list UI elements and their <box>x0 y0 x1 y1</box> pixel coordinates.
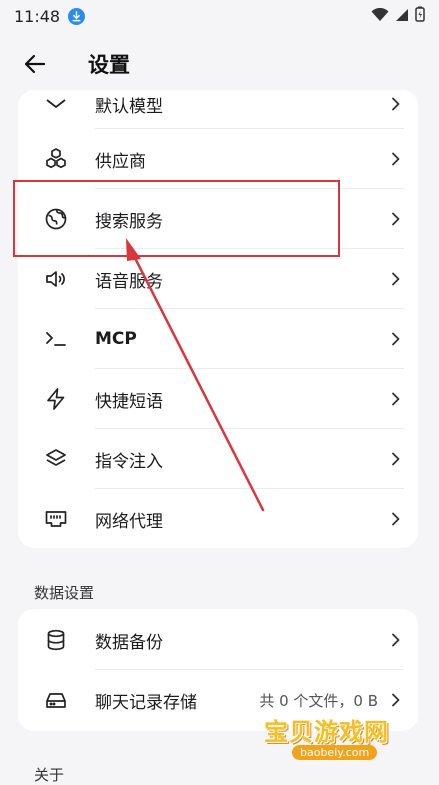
settings-item-mcp[interactable]: MCP <box>18 309 418 369</box>
status-bar: 11:48 <box>0 0 439 32</box>
settings-item-label: 数据备份 <box>95 632 163 653</box>
settings-item-network-proxy[interactable]: 网络代理 <box>18 489 418 548</box>
signal-icon <box>395 7 409 26</box>
watermark-logo: 宝贝游戏网 baobeiy.com <box>258 700 438 770</box>
drive-icon <box>44 688 68 712</box>
settings-item-label: 默认模型 <box>95 96 163 117</box>
chevron-right-icon <box>388 272 402 286</box>
settings-item-label: 语音服务 <box>95 271 163 292</box>
page-title: 设置 <box>88 53 130 77</box>
section-title-data: 数据设置 <box>34 584 95 602</box>
settings-item-voice-service[interactable]: 语音服务 <box>18 249 418 309</box>
settings-item-label: 网络代理 <box>95 511 163 532</box>
back-button[interactable] <box>16 45 54 83</box>
settings-item-label: 指令注入 <box>95 451 163 472</box>
watermark-url: baobeiy.com <box>292 745 378 760</box>
settings-item-prompt-injection[interactable]: 指令注入 <box>18 429 418 489</box>
chevron-right-icon <box>388 633 402 647</box>
arrow-left-icon <box>24 54 46 74</box>
settings-item-label: MCP <box>95 329 137 349</box>
chevron-right-icon <box>388 392 402 406</box>
database-icon <box>44 628 68 652</box>
model-icon <box>44 92 68 116</box>
download-icon <box>68 7 86 25</box>
router-icon <box>44 507 68 531</box>
settings-item-data-backup[interactable]: 数据备份 <box>18 610 418 670</box>
annotation-highlight-box <box>13 180 340 257</box>
chevron-right-icon <box>388 512 402 526</box>
speaker-icon <box>44 267 68 291</box>
layers-icon <box>44 447 68 471</box>
watermark-title: 宝贝游戏网 <box>264 718 389 746</box>
settings-card: 默认模型 供应商 搜索服务 语音服务 MCP 快捷短语 指令注入 网络代理 <box>18 90 418 548</box>
terminal-icon <box>44 327 68 351</box>
status-time: 11:48 <box>14 6 61 26</box>
battery-icon <box>415 6 425 26</box>
chevron-right-icon <box>388 452 402 466</box>
cubes-icon <box>44 147 68 171</box>
settings-item-label: 快捷短语 <box>95 391 163 412</box>
lightning-icon <box>44 387 68 411</box>
chevron-right-icon <box>388 97 402 111</box>
chevron-right-icon <box>388 152 402 166</box>
chevron-right-icon <box>388 212 402 226</box>
section-title-about: 关于 <box>34 766 65 784</box>
chevron-right-icon <box>388 332 402 346</box>
settings-item-quick-phrases[interactable]: 快捷短语 <box>18 369 418 429</box>
settings-item-label: 聊天记录存储 <box>95 692 197 713</box>
settings-item-label: 供应商 <box>95 151 146 172</box>
app-bar: 设置 <box>0 36 439 92</box>
wifi-icon <box>371 7 389 26</box>
